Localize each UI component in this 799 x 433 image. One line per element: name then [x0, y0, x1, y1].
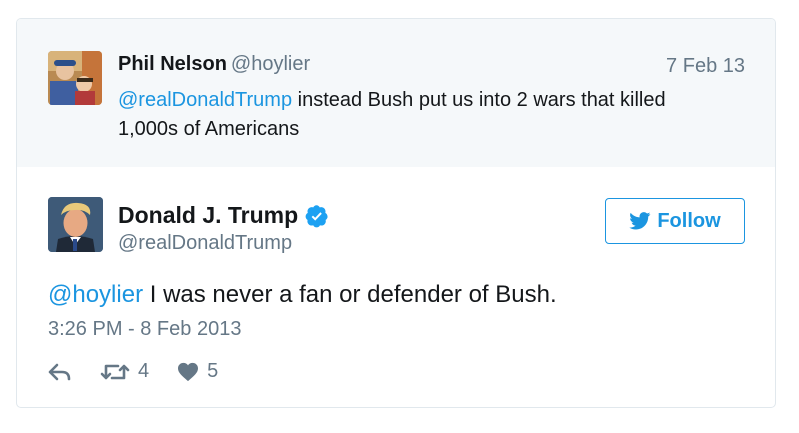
bird-icon — [629, 212, 651, 230]
parent-mention-link[interactable]: @realDonaldTrump — [118, 89, 292, 111]
verified-badge-icon — [305, 204, 328, 227]
heart-icon — [178, 362, 199, 381]
parent-date[interactable]: 7 Feb 13 — [666, 55, 745, 78]
like-button[interactable]: 5 — [177, 360, 218, 383]
reply-icon — [48, 363, 71, 380]
tweet-timestamp[interactable]: 3:26 PM - 8 Feb 2013 — [48, 318, 241, 341]
tweet-text: @hoylier I was never a fan or defender o… — [48, 281, 557, 309]
tweet-actions: 4 5 — [48, 360, 246, 383]
parent-author[interactable]: Phil Nelson @hoylier — [118, 53, 310, 76]
parent-author-handle[interactable]: @hoylier — [231, 53, 310, 75]
follow-label: Follow — [657, 209, 721, 232]
mention-link[interactable]: @hoylier — [48, 281, 143, 308]
parent-tweet-text: @realDonaldTrump instead Bush put us int… — [118, 86, 728, 144]
author-name[interactable]: Donald J. Trump — [118, 202, 298, 229]
avatar[interactable] — [48, 51, 102, 105]
parent-tweet[interactable]: Phil Nelson @hoylier 7 Feb 13 @realDonald… — [17, 19, 775, 167]
embedded-tweet-card: Phil Nelson @hoylier 7 Feb 13 @realDonald… — [16, 18, 776, 408]
like-count: 5 — [207, 360, 219, 382]
author-handle[interactable]: @realDonaldTrump — [118, 232, 292, 255]
tweet-text-body: I was never a fan or defender of Bush. — [143, 281, 557, 308]
retweet-count: 4 — [138, 360, 150, 382]
author[interactable]: Donald J. Trump — [118, 202, 329, 229]
parent-author-name[interactable]: Phil Nelson — [118, 53, 227, 75]
follow-button[interactable]: Follow — [605, 198, 745, 244]
retweet-button[interactable]: 4 — [100, 360, 149, 383]
retweet-icon — [100, 364, 130, 379]
reply-button[interactable] — [48, 362, 72, 382]
avatar[interactable] — [48, 197, 103, 252]
